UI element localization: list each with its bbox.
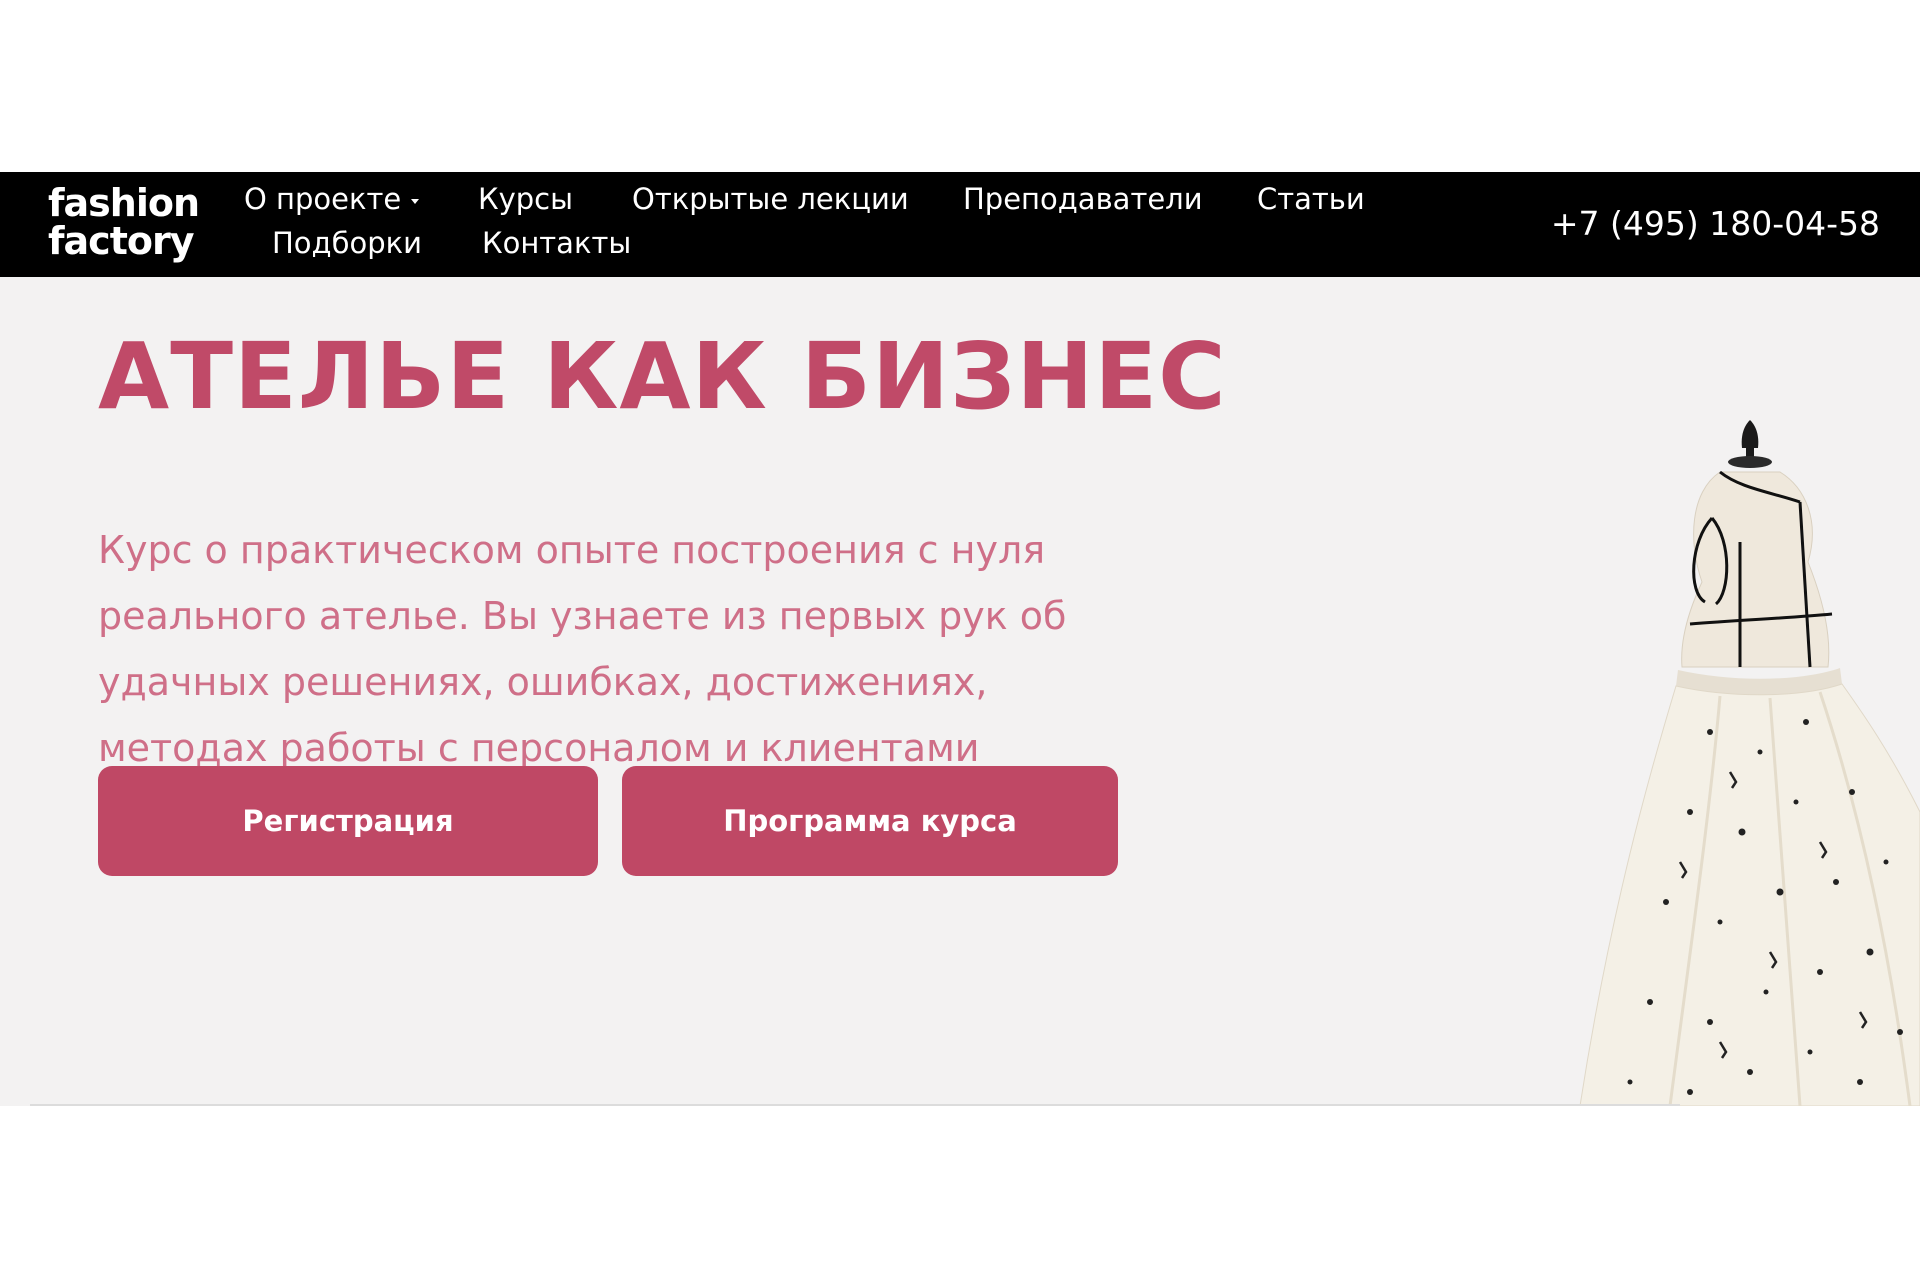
- section-divider: [30, 1104, 1680, 1106]
- fashion-factory-logo[interactable]: fashion factory: [48, 182, 210, 266]
- logo-line-1: fashion: [48, 181, 200, 225]
- nav-item-about-label: О проекте: [244, 182, 402, 216]
- mannequin-image: [1579, 420, 1920, 1106]
- hero-frame: fashion factory О проекте Курсы Открытые…: [0, 172, 1920, 1106]
- nav-item-contacts[interactable]: Контакты: [482, 226, 631, 260]
- nav-item-courses[interactable]: Курсы: [478, 182, 573, 216]
- caret-down-icon: [411, 198, 420, 204]
- top-navigation: fashion factory О проекте Курсы Открытые…: [0, 172, 1920, 277]
- register-button[interactable]: Регистрация: [98, 766, 598, 876]
- nav-item-collections[interactable]: Подборки: [272, 226, 422, 260]
- logo-line-2: factory: [48, 219, 194, 263]
- nav-item-about[interactable]: О проекте: [244, 182, 420, 216]
- course-program-button[interactable]: Программа курса: [622, 766, 1118, 876]
- course-title: АТЕЛЬЕ КАК БИЗНЕС: [98, 323, 1227, 430]
- nav-item-teachers[interactable]: Преподаватели: [963, 182, 1203, 216]
- nav-item-open-lectures[interactable]: Открытые лекции: [632, 182, 909, 216]
- phone-number[interactable]: +7 (495) 180-04-58: [1551, 204, 1880, 244]
- course-description: Курс о практическом опыте построения с н…: [98, 528, 1067, 770]
- nav-item-articles[interactable]: Статьи: [1257, 182, 1365, 216]
